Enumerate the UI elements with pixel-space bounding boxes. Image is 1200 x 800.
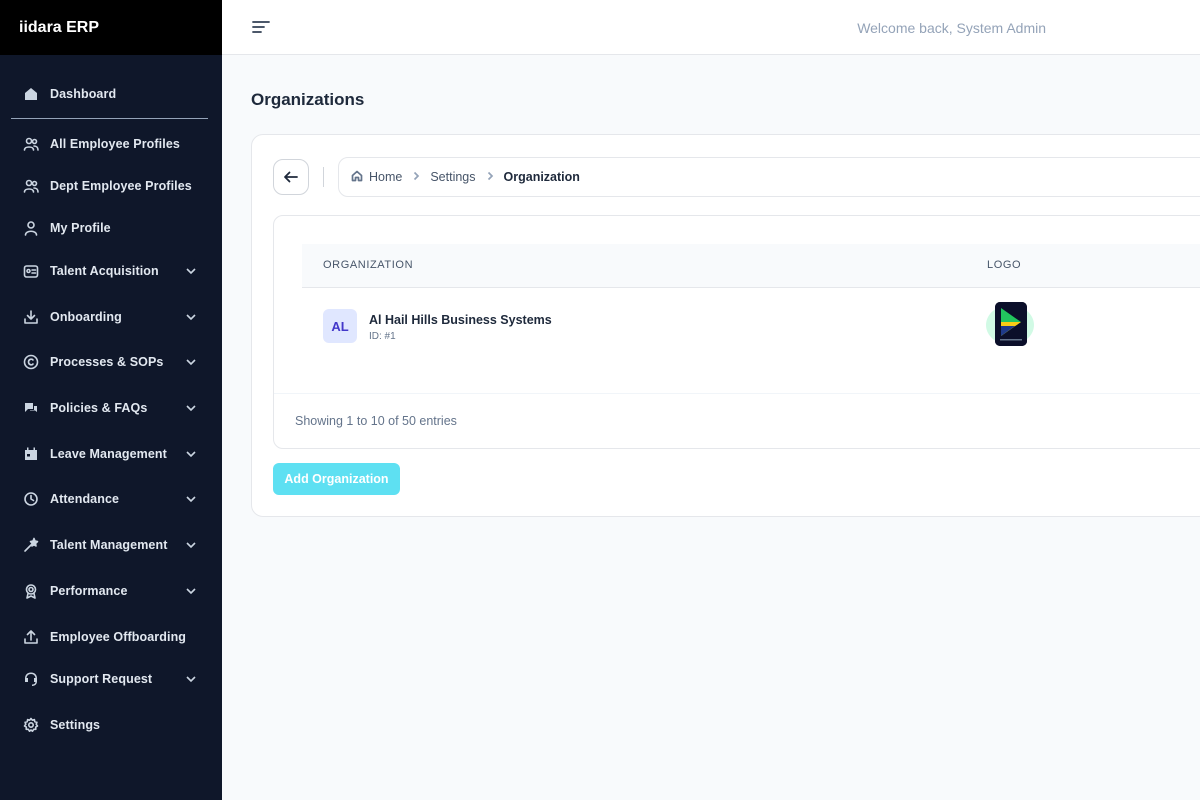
organization-name[interactable]: Al Hail Hills Business Systems [369,313,552,327]
sidebar-item-label: Dept Employee Profiles [50,179,192,193]
column-header-organization[interactable]: ORGANIZATION [323,259,413,271]
chevron-down-icon [184,672,198,686]
organizations-table: ORGANIZATION LOGO AL Al Hail Hills Busin… [273,215,1200,449]
back-button[interactable] [273,159,309,195]
sidebar-item-label: Attendance [50,492,120,506]
sidebar-item-employee-offboarding[interactable]: Employee Offboarding [0,622,222,652]
sidebar-item-label: All Employee Profiles [50,137,180,151]
sidebar-item-dashboard[interactable]: Dashboard [0,79,222,109]
sidebar-item-label: Processes & SOPs [50,355,164,369]
id-card-icon [22,262,40,280]
award-icon [22,582,40,600]
sidebar-item-label: Talent Management [50,538,168,552]
chevron-down-icon [184,310,198,324]
sidebar-item-label: Leave Management [50,447,167,461]
sidebar-item-performance[interactable]: Performance [0,576,222,606]
chevron-right-icon [402,170,430,184]
topbar: Welcome back, System Admin [222,0,1200,55]
page-title: Organizations [251,90,365,109]
sidebar-item-all-employee-profiles[interactable]: All Employee Profiles [0,129,222,159]
sidebar-item-settings[interactable]: Settings [0,710,222,740]
chevron-right-icon [476,170,504,184]
sidebar-item-leave-management[interactable]: Leave Management [0,439,222,469]
headset-icon [22,670,40,688]
sidebar-item-processes-sops[interactable]: Processes & SOPs [0,347,222,377]
table-row[interactable]: AL Al Hail Hills Business Systems ID: #1 [302,288,1200,362]
toolbar-separator [323,167,324,187]
sidebar-item-label: My Profile [50,221,111,235]
avatar: AL [323,309,357,343]
sidebar-item-dept-employee-profiles[interactable]: Dept Employee Profiles [0,171,222,201]
sidebar-item-label: Employee Offboarding [50,630,187,644]
sidebar-divider [11,118,208,119]
user-icon [22,219,40,237]
breadcrumb: Home Settings Organization [338,157,1200,197]
chat-icon [22,399,40,417]
gear-icon [22,716,40,734]
sidebar-item-label: Performance [50,584,128,598]
sidebar-item-label: Dashboard [50,87,117,101]
table-header: ORGANIZATION LOGO [302,244,1200,288]
menu-toggle-button[interactable] [250,16,272,38]
breadcrumb-home[interactable]: Home [369,170,402,184]
column-header-logo[interactable]: LOGO [987,259,1021,271]
sidebar-item-label: Onboarding [50,310,122,324]
logo-image [995,302,1027,346]
star-wand-icon [22,536,40,554]
sidebar-item-label: Support Request [50,672,153,686]
chevron-down-icon [184,447,198,461]
sidebar-item-attendance[interactable]: Attendance [0,484,222,514]
arrow-left-icon [284,171,298,183]
sidebar-item-talent-acquisition[interactable]: Talent Acquisition [0,256,222,286]
sidebar-item-label: Talent Acquisition [50,264,159,278]
users-icon [22,177,40,195]
chevron-down-icon [184,584,198,598]
sidebar-item-support-request[interactable]: Support Request [0,664,222,694]
welcome-message: Welcome back, System Admin [857,20,1046,36]
download-tray-icon [22,308,40,326]
sidebar: iidara ERP Dashboard All Employee Profil… [0,0,222,800]
calendar-icon [22,445,40,463]
organizations-card: Home Settings Organization ORGANIZATION … [251,134,1200,517]
app-brand: iidara ERP [0,0,222,55]
sidebar-item-policies-faqs[interactable]: Policies & FAQs [0,393,222,423]
sidebar-item-onboarding[interactable]: Onboarding [0,302,222,332]
logo-mark-icon [995,302,1027,346]
chevron-down-icon [184,538,198,552]
home-icon [351,170,369,185]
chevron-down-icon [184,264,198,278]
sidebar-item-my-profile[interactable]: My Profile [0,213,222,243]
organization-id: ID: #1 [369,331,396,342]
sidebar-item-talent-management[interactable]: Talent Management [0,530,222,560]
copyright-icon [22,353,40,371]
pagination-info: Showing 1 to 10 of 50 entries [295,414,457,428]
menu-icon [252,21,270,33]
chevron-down-icon [184,401,198,415]
chevron-down-icon [184,492,198,506]
chevron-down-icon [184,355,198,369]
add-organization-button[interactable]: Add Organization [273,463,400,495]
sidebar-item-label: Settings [50,718,101,732]
sidebar-item-label: Policies & FAQs [50,401,148,415]
dashboard-icon [22,85,40,103]
breadcrumb-current: Organization [503,170,580,184]
table-footer-divider [274,393,1200,394]
clock-icon [22,490,40,508]
users-icon [22,135,40,153]
breadcrumb-settings[interactable]: Settings [430,170,475,184]
upload-tray-icon [22,628,40,646]
organization-logo [986,302,1036,348]
